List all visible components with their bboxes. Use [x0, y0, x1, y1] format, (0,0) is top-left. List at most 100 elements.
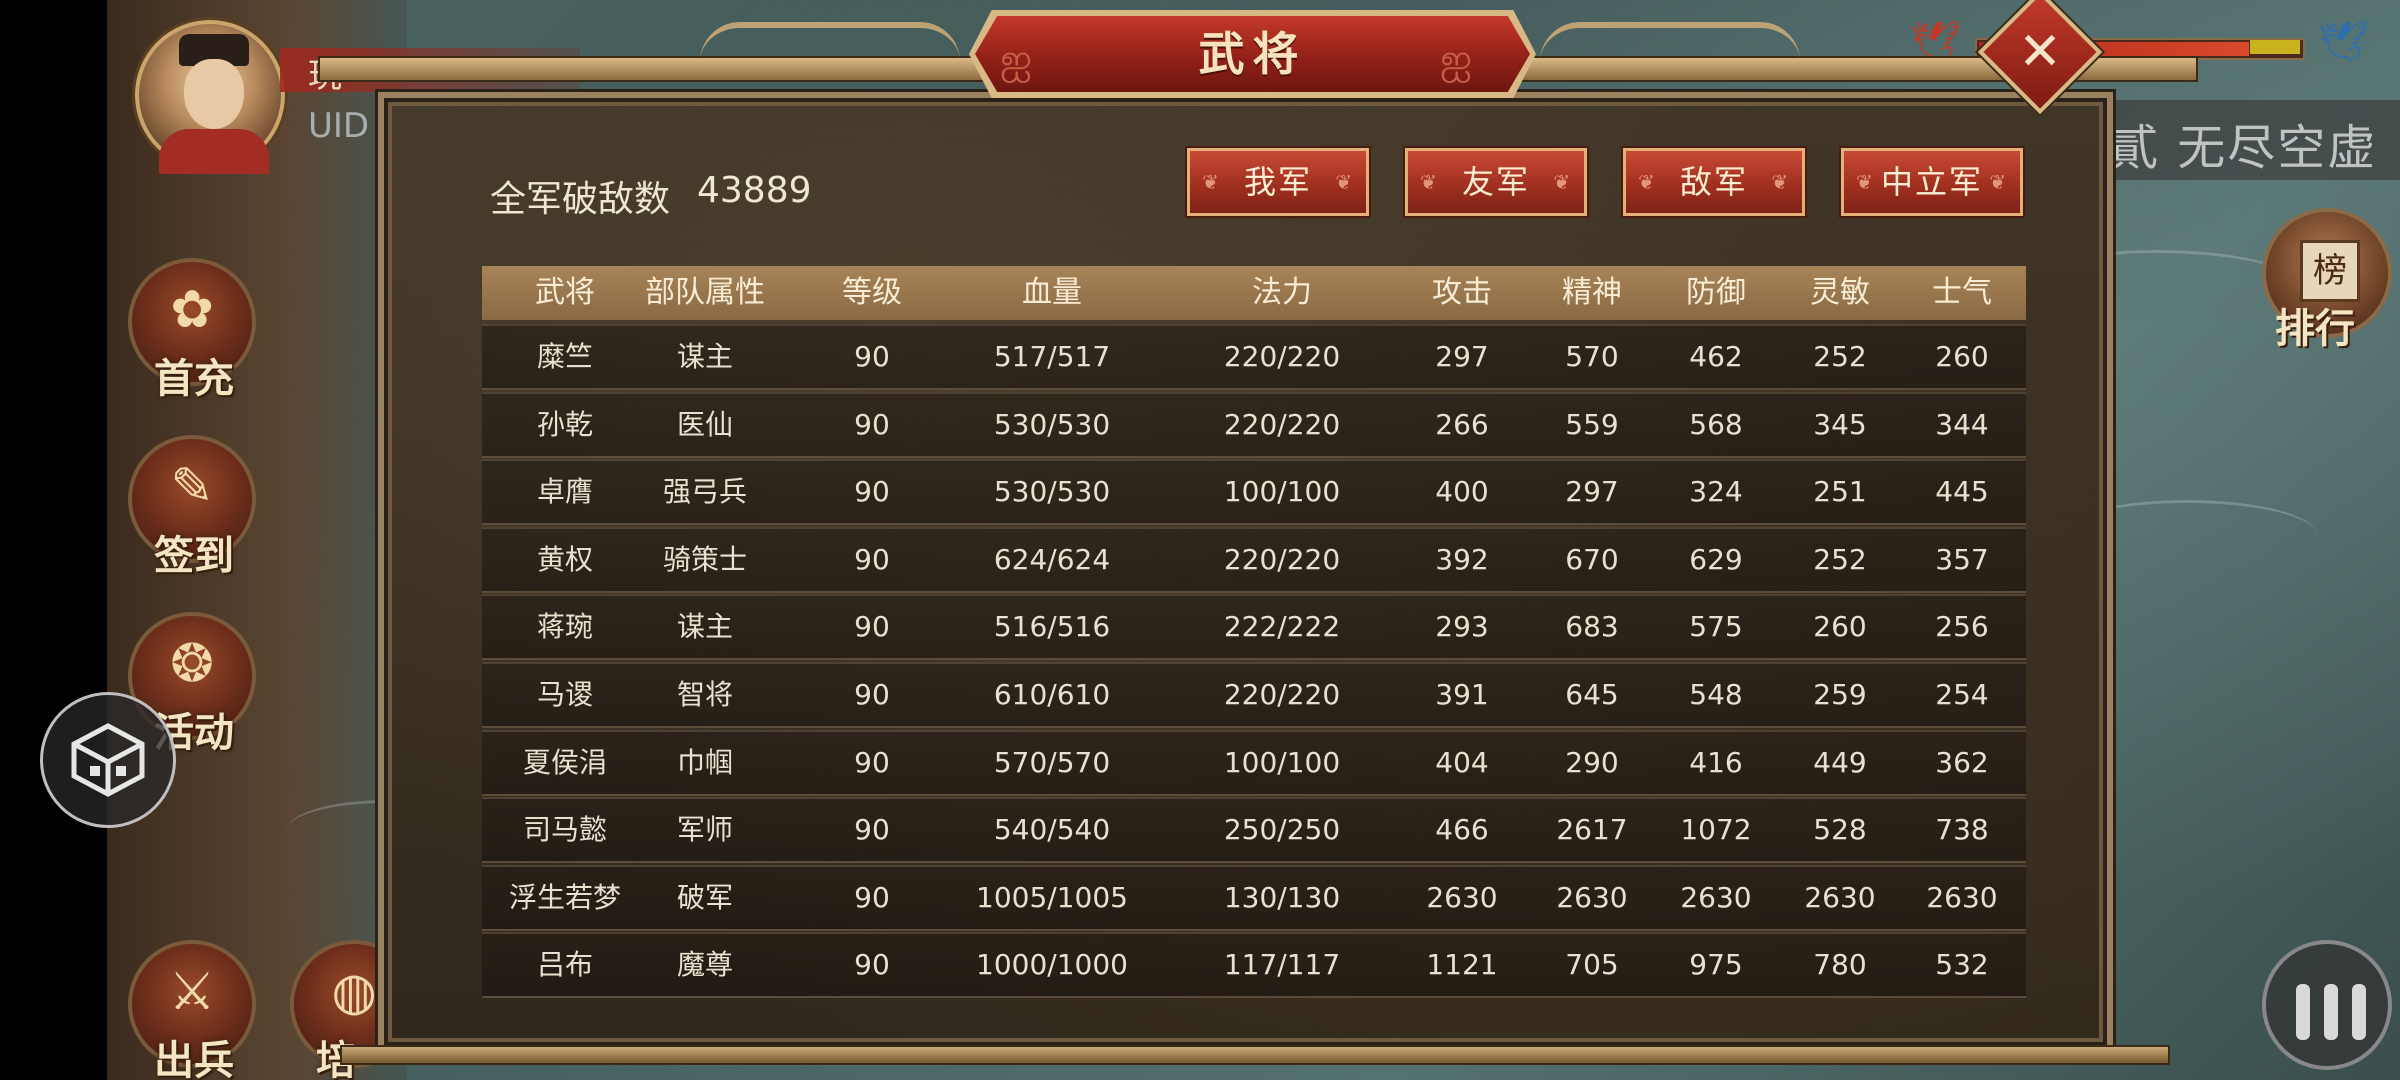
cell-attack: 392 [1435, 542, 1489, 576]
column-header-morale: 士气 [1932, 275, 1992, 310]
cell-mp: 100/100 [1223, 475, 1341, 509]
treasure-icon: ❂ [170, 634, 214, 694]
cell-defense: 2630 [1680, 880, 1752, 914]
table-row[interactable]: 糜竺 谋主 90 517/517 220/220 297 570 462 252 260 [482, 324, 2026, 390]
cell-mp: 117/117 [1223, 948, 1341, 982]
column-header-troop-type: 部队属性 [645, 275, 765, 310]
cell-spirit: 2630 [1556, 880, 1628, 914]
table-row[interactable]: 吕布 魔尊 90 1000/1000 117/117 1121 705 975 780 532 [482, 932, 2026, 999]
cell-level: 90 [854, 407, 890, 441]
cell-level: 90 [854, 542, 890, 576]
cell-defense: 568 [1689, 407, 1743, 441]
player-avatar[interactable] [135, 20, 285, 174]
more-menu-button[interactable] [2262, 940, 2392, 1070]
cell-mp: 222/222 [1223, 610, 1341, 644]
cell-morale: 357 [1935, 542, 1989, 576]
cell-attack: 400 [1435, 475, 1489, 509]
cell-hp: 610/610 [993, 678, 1111, 711]
cell-defense: 629 [1689, 542, 1743, 576]
cell-hp: 570/570 [993, 745, 1111, 779]
cell-troop-type: 骑策士 [662, 542, 747, 576]
cell-spirit: 683 [1565, 610, 1619, 644]
cell-mp: 250/250 [1223, 813, 1341, 847]
cell-morale: 2630 [1926, 880, 1998, 914]
cell-agility: 260 [1813, 610, 1867, 644]
column-header-level: 等级 [842, 275, 902, 310]
cell-troop-type: 破军 [676, 880, 733, 914]
cell-troop-type: 医仙 [676, 407, 733, 441]
cell-agility: 252 [1813, 340, 1867, 373]
cell-level: 90 [854, 475, 890, 509]
tab-allied-army[interactable]: 友军 [1405, 148, 1587, 216]
first-charge-label: 首充 [154, 356, 234, 402]
column-header-mp: 法力 [1252, 275, 1312, 310]
cell-morale: 256 [1935, 610, 1989, 644]
table-row[interactable]: 孙乾 医仙 90 530/530 220/220 266 559 568 345 344 [482, 391, 2026, 458]
cell-agility: 449 [1813, 745, 1867, 779]
close-icon[interactable]: ✕ [1996, 8, 2084, 96]
cell-morale: 362 [1935, 745, 1989, 779]
cell-mp: 220/220 [1223, 678, 1341, 711]
cell-troop-type: 智将 [676, 678, 733, 711]
total-kills-label: 全军破敌数 [490, 179, 671, 220]
cell-defense: 975 [1689, 948, 1743, 982]
menu-bar-icon [2296, 984, 2310, 1040]
cell-spirit: 297 [1565, 475, 1619, 509]
sign-in-label: 签到 [154, 533, 234, 579]
cell-morale: 738 [1935, 813, 1989, 847]
cell-level: 90 [854, 610, 890, 644]
column-header-attack: 攻击 [1432, 275, 1492, 310]
cell-defense: 416 [1689, 745, 1743, 779]
frame-ornament-right [1540, 22, 1800, 62]
cell-attack: 404 [1435, 745, 1489, 779]
table-row[interactable]: 夏侯涓 巾帼 90 570/570 100/100 404 290 416 449 362 [482, 729, 2026, 796]
cell-attack: 2630 [1426, 880, 1498, 914]
column-header-agility: 灵敏 [1810, 275, 1870, 310]
cell-hp: 530/530 [993, 475, 1111, 509]
ranking-board-icon: 榜 [2300, 240, 2360, 302]
tab-neutral-army[interactable]: 中立军 [1841, 148, 2023, 216]
cell-agility: 251 [1813, 475, 1867, 509]
cell-spirit: 670 [1565, 542, 1619, 576]
gift-icon: ✿ [170, 280, 214, 340]
cell-troop-type: 谋主 [676, 340, 733, 373]
dialog-title: 武将 [1198, 27, 1307, 81]
cell-morale: 254 [1935, 678, 1989, 711]
table-row[interactable]: 司马懿 军师 90 540/540 250/250 466 2617 1072 528 738 [482, 797, 2026, 864]
table-row[interactable]: 黄权 骑策士 90 624/624 220/220 392 670 629 252 357 [482, 526, 2026, 593]
cell-spirit: 705 [1565, 948, 1619, 982]
cell-attack: 391 [1435, 678, 1489, 711]
cell-morale: 445 [1935, 475, 1989, 509]
server-banner-text: 貳 无尽空虚 [2110, 120, 2378, 176]
table-row[interactable]: 蒋琬 谋主 90 516/516 222/222 293 683 575 260 256 [482, 594, 2026, 661]
table-row[interactable]: 浮生若梦 破军 90 1005/1005 130/130 2630 2630 2630 2630… [482, 864, 2026, 931]
avatar-armor [159, 129, 269, 174]
cell-morale: 344 [1935, 407, 1989, 441]
floating-cube-button[interactable] [40, 692, 176, 828]
column-header-spirit: 精神 [1562, 275, 1622, 310]
crossed-swords-icon: ⚔ [168, 962, 216, 1022]
cell-level: 90 [854, 745, 890, 779]
cell-agility: 2630 [1804, 880, 1876, 914]
total-kills-value: 43889 [697, 170, 812, 211]
cell-attack: 466 [1435, 813, 1489, 847]
cell-spirit: 559 [1565, 407, 1619, 441]
tab-enemy-army[interactable]: 敌军 [1623, 148, 1805, 216]
cell-attack: 293 [1435, 610, 1489, 644]
cell-troop-type: 巾帼 [676, 745, 733, 779]
menu-bar-icon [2352, 984, 2366, 1040]
cell-defense: 1072 [1680, 813, 1752, 847]
scroll-icon: ✎ [170, 457, 214, 517]
table-row[interactable]: 卓膺 强弓兵 90 530/530 100/100 400 297 324 251 445 [482, 459, 2026, 526]
cell-defense: 462 [1689, 340, 1743, 373]
ranking-label: 排行 [2275, 306, 2355, 352]
tab-our-army[interactable]: 我军 [1187, 148, 1369, 216]
cell-hp: 517/517 [993, 340, 1111, 373]
cell-morale: 532 [1935, 948, 1989, 982]
cell-defense: 324 [1689, 475, 1743, 509]
deploy-label: 出兵 [154, 1038, 234, 1080]
cell-mp: 130/130 [1223, 880, 1341, 914]
table-row[interactable]: 马谡 智将 90 610/610 220/220 391 645 548 259 254 [482, 662, 2026, 728]
cell-level: 90 [854, 678, 890, 711]
cell-hp: 540/540 [993, 813, 1111, 847]
